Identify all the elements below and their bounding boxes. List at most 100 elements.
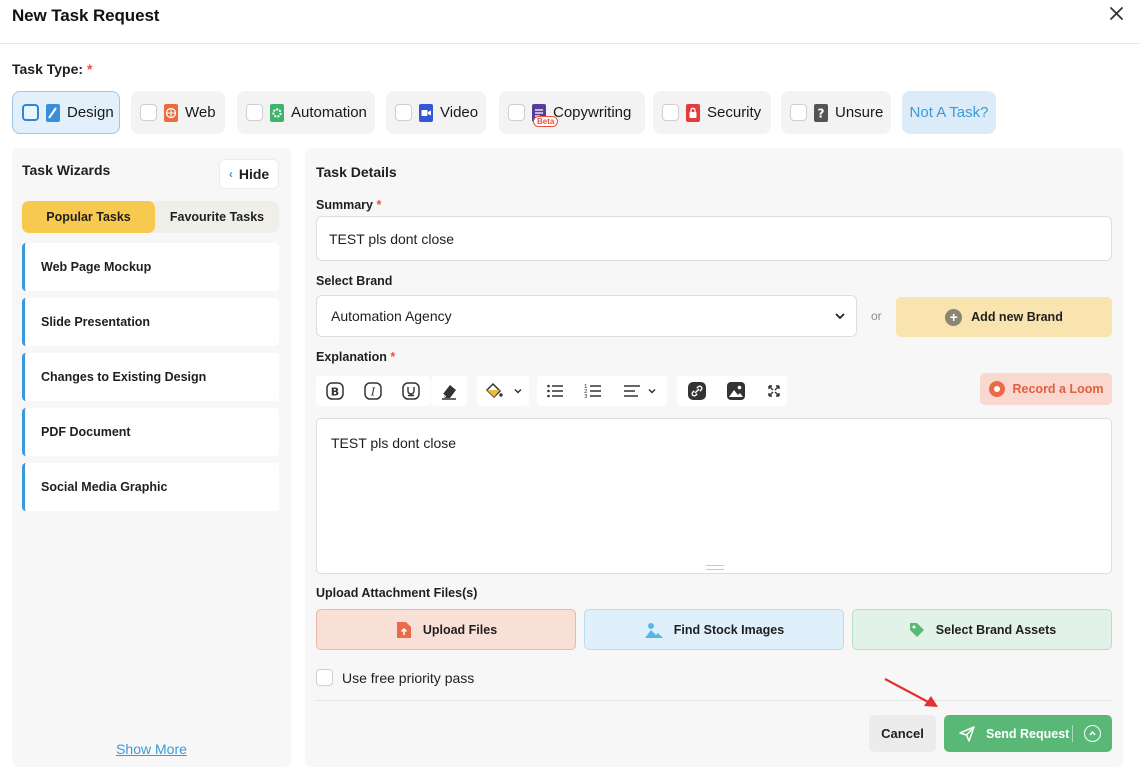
paint-bucket-icon[interactable] — [483, 380, 505, 402]
chevron-down-icon — [835, 313, 845, 320]
wizard-tabs: Popular Tasks Favourite Tasks — [22, 201, 279, 233]
checkbox[interactable] — [316, 669, 333, 686]
cancel-button[interactable]: Cancel — [869, 715, 936, 752]
bullet-list-icon[interactable] — [544, 380, 566, 402]
question-icon: ? — [813, 103, 829, 123]
task-type-copywriting[interactable]: Beta Copywriting — [499, 91, 645, 134]
task-wizards-title: Task Wizards — [22, 162, 111, 178]
task-type-label: Video — [440, 104, 479, 121]
hide-button[interactable]: ‹ Hide — [219, 159, 279, 189]
hide-label: Hide — [238, 166, 270, 182]
task-type-label: Security — [707, 104, 762, 121]
align-left-icon[interactable] — [621, 380, 643, 402]
pencil-ruler-icon — [45, 103, 61, 123]
show-more-link[interactable]: Show More — [12, 741, 291, 757]
or-text: or — [871, 309, 882, 323]
find-stock-images-button[interactable]: Find Stock Images — [584, 609, 844, 650]
wizard-item[interactable]: Slide Presentation — [22, 298, 279, 346]
task-type-unsure[interactable]: ? Unsure — [781, 91, 891, 134]
separator — [1072, 725, 1073, 742]
close-icon[interactable] — [1106, 3, 1128, 25]
wizard-item[interactable]: Social Media Graphic — [22, 463, 279, 511]
eraser-group — [431, 376, 467, 406]
task-type-automation[interactable]: Automation — [237, 91, 375, 134]
svg-text:B: B — [331, 386, 339, 399]
insert-group — [677, 376, 787, 406]
chevron-down-icon[interactable] — [507, 380, 529, 402]
list-group: 123 — [537, 376, 667, 406]
beta-badge: Beta — [533, 115, 559, 127]
plus-icon: + — [945, 308, 963, 326]
chevron-up-icon[interactable] — [1084, 725, 1101, 742]
send-icon — [959, 725, 975, 742]
summary-input[interactable]: TEST pls dont close — [316, 216, 1112, 261]
checkbox[interactable] — [395, 104, 412, 121]
file-upload-icon — [396, 621, 411, 638]
task-details-title: Task Details — [316, 164, 397, 180]
svg-text:I: I — [370, 386, 376, 399]
checkbox[interactable] — [662, 104, 679, 121]
checkbox[interactable] — [790, 104, 807, 121]
record-loom-label: Record a Loom — [1012, 382, 1104, 396]
tab-favourite-tasks[interactable]: Favourite Tasks — [155, 201, 279, 233]
priority-pass-option[interactable]: Use free priority pass — [316, 669, 474, 686]
image-icon[interactable] — [725, 380, 747, 402]
summary-label: Summary * — [316, 198, 382, 212]
task-wizards-panel: Task Wizards ‹ Hide Popular Tasks Favour… — [12, 148, 291, 767]
tab-popular-tasks[interactable]: Popular Tasks — [22, 201, 155, 233]
brand-select-value: Automation Agency — [331, 308, 452, 324]
gear-icon — [269, 103, 285, 123]
task-type-label: Design — [67, 104, 114, 121]
record-loom-button[interactable]: Record a Loom — [980, 373, 1112, 405]
add-new-brand-button[interactable]: + Add new Brand — [896, 297, 1112, 337]
select-brand-assets-button[interactable]: Select Brand Assets — [852, 609, 1112, 650]
stock-images-label: Find Stock Images — [673, 622, 785, 637]
video-camera-icon — [418, 103, 434, 123]
fill-color-group — [477, 376, 529, 406]
tag-icon — [909, 622, 924, 637]
brand-select[interactable]: Automation Agency — [316, 295, 857, 337]
task-type-web[interactable]: Web — [131, 91, 225, 134]
upload-files-button[interactable]: Upload Files — [316, 609, 576, 650]
task-type-design[interactable]: Design — [12, 91, 120, 134]
link-icon[interactable] — [686, 380, 708, 402]
upload-files-label: Upload Files — [422, 622, 498, 637]
eraser-icon[interactable] — [438, 380, 460, 402]
explanation-editor[interactable]: TEST pls dont close — [316, 418, 1112, 574]
not-a-task-button[interactable]: Not A Task? — [902, 91, 996, 134]
italic-icon[interactable]: I — [362, 380, 384, 402]
task-type-label: Web — [185, 104, 216, 121]
wizard-item[interactable]: Changes to Existing Design — [22, 353, 279, 401]
checkbox[interactable] — [140, 104, 157, 121]
task-type-label: Unsure — [835, 104, 884, 121]
add-brand-label: Add new Brand — [971, 310, 1063, 324]
copywriting-icon: Beta — [531, 103, 559, 127]
bold-icon[interactable]: B — [324, 380, 346, 402]
send-request-button[interactable]: Send Request — [944, 715, 1112, 752]
numbered-list-icon[interactable]: 123 — [582, 380, 604, 402]
task-type-label: Copywriting — [553, 104, 632, 121]
task-type-label: Task Type: * — [12, 61, 93, 77]
modal-title: New Task Request — [12, 6, 160, 25]
wizard-item[interactable]: Web Page Mockup — [22, 243, 279, 291]
wizard-item[interactable]: PDF Document — [22, 408, 279, 456]
resize-handle[interactable] — [706, 565, 724, 570]
fullscreen-icon[interactable] — [763, 380, 785, 402]
brand-assets-label: Select Brand Assets — [935, 622, 1057, 637]
task-details-panel: Task Details Summary * TEST pls dont clo… — [305, 148, 1123, 767]
underline-icon[interactable] — [400, 380, 422, 402]
checkbox[interactable] — [246, 104, 263, 121]
task-type-label: Automation — [291, 104, 367, 121]
checkbox[interactable] — [22, 104, 39, 121]
divider — [316, 700, 1112, 701]
checkbox[interactable] — [508, 104, 525, 121]
send-request-label: Send Request — [986, 726, 1070, 741]
required-mark: * — [86, 61, 93, 77]
upload-label: Upload Attachment Files(s) — [316, 586, 478, 600]
task-type-security[interactable]: Security — [653, 91, 771, 134]
task-type-video[interactable]: Video — [386, 91, 486, 134]
record-icon — [988, 381, 1005, 397]
photo-icon — [644, 622, 663, 638]
chevron-down-icon[interactable] — [641, 380, 663, 402]
explanation-label: Explanation * — [316, 350, 396, 364]
